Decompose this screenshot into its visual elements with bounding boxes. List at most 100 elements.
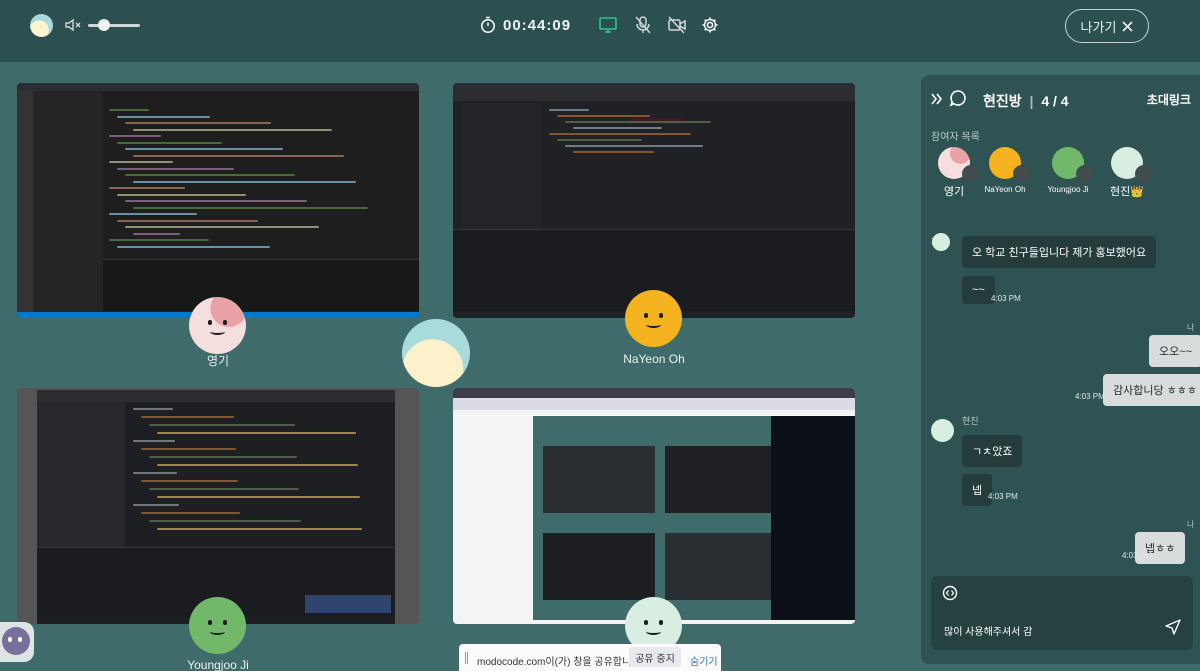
code-line — [109, 109, 149, 111]
speaker-muted-icon[interactable] — [64, 16, 82, 34]
avatar-hyunjin-chat — [932, 233, 950, 251]
chat-timestamp: 4:03 PM — [988, 492, 1018, 501]
participant-younggi[interactable]: 영기 — [926, 147, 982, 199]
video-tile-youngjoo[interactable] — [17, 388, 419, 624]
my-avatar[interactable] — [30, 14, 53, 37]
room-count: 4 / 4 — [1041, 93, 1069, 109]
screen-share-notification: modocode.com이(가) 창을 공유합니다. 공유 중지 숨기기 — [459, 644, 721, 671]
chat-message: ~~ — [962, 276, 995, 304]
assistant-bot-icon[interactable] — [0, 622, 34, 662]
settings-gear-icon[interactable] — [700, 15, 720, 35]
code-line — [549, 133, 691, 135]
code-line — [133, 440, 175, 442]
avatar-youngjoo — [189, 597, 246, 654]
chat-timestamp: 4:03 PM — [1075, 392, 1105, 401]
code-line — [117, 167, 234, 170]
code-line — [133, 154, 344, 157]
code-line — [141, 480, 238, 482]
elapsed-timer: 00:44:09 — [503, 17, 572, 34]
code-line — [573, 151, 654, 153]
participant-hyunjin[interactable]: 현진👑 — [1099, 147, 1155, 199]
exit-button[interactable]: 나가기 — [1065, 9, 1149, 43]
code-line — [109, 135, 161, 137]
code-line — [133, 504, 179, 506]
code-line — [133, 180, 356, 183]
code-line — [109, 187, 185, 189]
collapse-chevron-icon[interactable] — [931, 93, 943, 105]
code-line — [117, 219, 258, 222]
camera-off-icon[interactable] — [667, 15, 687, 35]
shared-screen-browser — [453, 388, 855, 624]
drag-handle-icon[interactable] — [465, 652, 468, 664]
code-line — [557, 115, 650, 117]
chat-message: 오 학교 친구들입니다 제가 홍보했어요 — [962, 236, 1157, 268]
participants-label: 참여자 목록 — [931, 132, 980, 143]
code-line — [133, 206, 368, 209]
volume-slider-track[interactable] — [88, 24, 140, 27]
code-line — [125, 122, 271, 124]
avatar-nayeon — [625, 290, 682, 347]
chat-message-mine: 감사합니당 ㅎㅎㅎ — [1103, 374, 1200, 406]
exit-button-label: 나가기 — [1080, 19, 1117, 35]
avatar-hyunjin-floating — [402, 319, 470, 387]
code-snippet-icon[interactable] — [942, 585, 958, 601]
chat-timestamp: 4:03 PM — [991, 294, 1021, 303]
volume-slider-thumb[interactable] — [98, 19, 110, 31]
hide-button[interactable]: 숨기기 — [690, 653, 718, 668]
code-line — [149, 488, 299, 490]
shared-screen-ide-2 — [37, 390, 395, 624]
chat-bubble-icon — [949, 90, 966, 107]
chat-input-box[interactable]: 많이 사용해주셔서 감 — [931, 576, 1193, 650]
side-panel: 현진방 | 4 / 4 초대링크 참여자 목록 영기 NaYeon Oh You… — [921, 75, 1200, 664]
code-line — [565, 121, 711, 123]
room-title: 현진방 | 4 / 4 — [983, 93, 1069, 109]
code-line — [133, 232, 180, 235]
participant-nayeon[interactable]: NaYeon Oh — [977, 147, 1033, 194]
code-line — [141, 512, 240, 514]
invite-link-button[interactable]: 초대링크 — [1147, 91, 1191, 108]
code-line — [125, 200, 307, 202]
video-tile-browser[interactable] — [453, 388, 855, 624]
video-tile-nayeon[interactable] — [453, 83, 855, 318]
send-icon[interactable] — [1165, 619, 1181, 635]
code-line — [109, 161, 173, 163]
chat-timestamp: 4:03 PM — [1122, 551, 1152, 560]
code-line — [141, 448, 236, 450]
chat-message: 넵 — [962, 474, 993, 506]
code-line — [117, 115, 210, 118]
code-line — [117, 141, 222, 144]
chat-message-mine: 오오~~ — [1149, 335, 1200, 367]
code-line — [149, 456, 297, 458]
code-line — [157, 528, 362, 530]
screen-share-icon[interactable] — [598, 15, 618, 35]
mic-off-icon — [1076, 165, 1094, 183]
mic-off-icon — [1013, 165, 1031, 183]
tile-name-youngjoo: Youngjoo Ji — [187, 658, 249, 671]
mic-off-icon[interactable] — [633, 15, 653, 35]
shared-screen-code-editor — [17, 91, 419, 318]
participant-youngjoo[interactable]: Youngjoo Ji — [1040, 147, 1096, 194]
code-line — [573, 127, 662, 129]
stop-sharing-button[interactable]: 공유 중지 — [629, 647, 681, 667]
code-line — [549, 109, 589, 111]
code-line — [157, 464, 358, 466]
close-icon — [1122, 20, 1134, 32]
code-line — [109, 239, 209, 241]
chat-messages: 오 학교 친구들입니다 제가 홍보했어요 ~~ 4:03 PM 나 오오~~ 감… — [921, 225, 1200, 605]
chat-message: ㄱㅊ았죠 — [962, 435, 1023, 467]
code-line — [149, 520, 301, 522]
chat-sender-me: 나 — [1187, 520, 1195, 529]
tile-name-nayeon: NaYeon Oh — [623, 352, 685, 366]
share-message: modocode.com이(가) 창을 공유합니다. — [477, 657, 644, 668]
code-line — [157, 432, 356, 434]
code-line — [157, 496, 360, 498]
tile-name-younggi: 영기 — [206, 354, 230, 368]
chat-input[interactable]: 많이 사용해주셔서 감 — [944, 623, 1032, 638]
code-line — [125, 148, 283, 150]
video-tile-younggi[interactable] — [17, 83, 419, 318]
stopwatch-icon — [481, 16, 495, 33]
code-line — [557, 139, 642, 141]
code-line — [133, 472, 177, 474]
mic-off-icon — [1135, 165, 1153, 183]
code-line — [117, 193, 246, 196]
